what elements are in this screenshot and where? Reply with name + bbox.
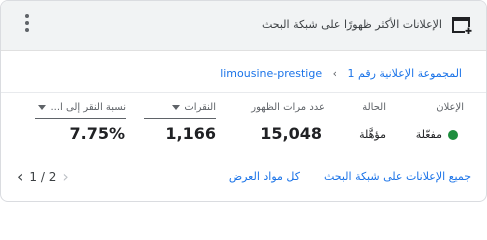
pagination: ‹ 1 / 2 › <box>17 167 69 186</box>
column-header-status: الحالة <box>362 102 386 113</box>
ad-status-text: مفعّلة <box>415 128 442 141</box>
chevron-left-icon[interactable]: ‹ <box>17 167 23 186</box>
column-header-ad: الإعلان <box>436 102 464 113</box>
all-assets-link[interactable]: كل مواد العرض <box>229 170 300 183</box>
all-search-ads-link[interactable]: جميع الإعلانات على شبكة البحث <box>324 170 471 183</box>
ad-status-cell: مفعّلة <box>416 128 458 141</box>
divider <box>1 92 486 93</box>
status-dot-icon <box>448 129 458 140</box>
add-to-queue-icon <box>452 17 472 34</box>
breadcrumb-ad-group-link[interactable]: المجموعة الإعلانية رقم 1 <box>348 67 463 80</box>
ctr-dropdown-label: نسبة النقر إلى ا... <box>50 102 126 113</box>
ctr-column-dropdown[interactable]: نسبة النقر إلى ا... <box>38 102 126 113</box>
top-search-ads-card: الإعلانات الأكثر ظهورًا على شبكة البحث ا… <box>0 0 487 202</box>
impressions-value: 15,048 <box>260 124 322 143</box>
breadcrumb-separator: › <box>332 67 337 80</box>
clicks-value: 1,166 <box>165 124 216 143</box>
clicks-column-dropdown[interactable]: النقرات <box>172 102 216 113</box>
card-title: الإعلانات الأكثر ظهورًا على شبكة البحث <box>261 18 442 31</box>
pager-text: 1 / 2 <box>29 169 57 184</box>
chevron-right-icon[interactable]: › <box>62 167 68 186</box>
column-header-impressions: عدد مرات الظهور <box>251 102 325 113</box>
ctr-value: 7.75% <box>69 124 125 143</box>
dropdown-arrow-icon <box>172 105 181 110</box>
dropdown-arrow-icon <box>38 105 47 110</box>
more-options-icon[interactable] <box>23 14 31 34</box>
clicks-dropdown-label: النقرات <box>184 102 216 113</box>
status-value: مؤهَّلة <box>359 128 386 141</box>
clicks-dropdown-underline <box>144 118 216 119</box>
breadcrumb-campaign-link[interactable]: limousine-prestige <box>220 67 322 80</box>
ctr-dropdown-underline <box>35 118 126 119</box>
card-header: الإعلانات الأكثر ظهورًا على شبكة البحث <box>1 1 486 51</box>
breadcrumb: المجموعة الإعلانية رقم 1 › limousine-pre… <box>220 67 462 80</box>
